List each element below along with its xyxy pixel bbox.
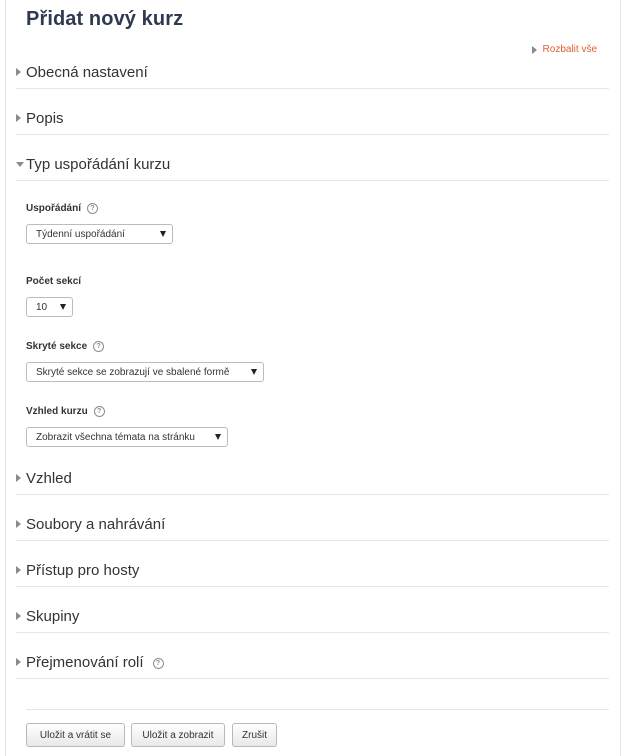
divider: [16, 678, 609, 679]
section-description-label: Popis: [26, 109, 64, 127]
section-course-format-label: Typ uspořádání kurzu: [26, 155, 171, 173]
course-form-panel: Přidat nový kurz Rozbalit vše Obecná nas…: [5, 0, 621, 756]
section-role-renaming-label: Přejmenování rolí: [26, 653, 144, 671]
course-layout-field-label: Vzhled kurzu ?: [26, 406, 105, 417]
save-return-button[interactable]: Uložit a vrátit se: [26, 723, 125, 747]
divider: [16, 134, 609, 135]
form-footer-divider: [26, 709, 609, 710]
hidden-sections-select-value: Skryté sekce se zobrazují ve sbalené for…: [36, 366, 230, 378]
hidden-sections-select[interactable]: Skryté sekce se zobrazují ve sbalené for…: [26, 362, 264, 382]
divider: [16, 88, 609, 89]
section-general[interactable]: Obecná nastavení: [16, 62, 609, 82]
section-groups-label: Skupiny: [26, 607, 80, 625]
sections-count-label-text: Počet sekcí: [26, 276, 82, 287]
section-general-label: Obecná nastavení: [26, 63, 148, 81]
section-guest-access-label: Přístup pro hosty: [26, 561, 140, 579]
section-groups[interactable]: Skupiny: [16, 606, 609, 626]
hidden-sections-field-label: Skryté sekce ?: [26, 341, 105, 352]
chevron-down-icon: [251, 369, 257, 375]
triangle-down-icon: [16, 161, 24, 167]
save-display-button[interactable]: Uložit a zobrazit: [131, 723, 225, 747]
section-role-renaming[interactable]: Přejmenování rolí ?: [16, 652, 609, 672]
hidden-sections-label-text: Skryté sekce: [26, 341, 88, 352]
page-title: Přidat nový kurz: [26, 8, 184, 30]
expand-all-label: Rozbalit vše: [542, 44, 597, 55]
section-files-uploads-label: Soubory a nahrávání: [26, 515, 166, 533]
help-icon[interactable]: ?: [93, 341, 105, 352]
triangle-right-icon: [16, 114, 21, 122]
section-appearance[interactable]: Vzhled: [16, 468, 609, 488]
section-appearance-label: Vzhled: [26, 469, 72, 487]
divider: [16, 180, 609, 181]
sections-count-field-label: Počet sekcí: [26, 276, 81, 287]
course-layout-select[interactable]: Zobrazit všechna témata na stránku: [26, 427, 228, 447]
section-guest-access[interactable]: Přístup pro hosty: [16, 560, 609, 580]
sections-count-select[interactable]: 10: [26, 297, 73, 317]
divider: [16, 632, 609, 633]
help-icon[interactable]: ?: [93, 406, 105, 417]
triangle-right-icon: [16, 68, 21, 76]
sections-count-select-value: 10: [36, 301, 48, 313]
triangle-right-icon: [16, 520, 21, 528]
triangle-right-icon: [16, 474, 21, 482]
format-label-text: Uspořádání: [26, 203, 82, 214]
divider: [16, 494, 609, 495]
divider: [16, 540, 609, 541]
help-icon[interactable]: ?: [152, 657, 164, 669]
cancel-button[interactable]: Zrušit: [232, 723, 277, 747]
course-layout-select-value: Zobrazit všechna témata na stránku: [36, 431, 195, 443]
course-layout-label-text: Vzhled kurzu: [26, 406, 88, 417]
triangle-right-icon: [16, 612, 21, 620]
section-course-format[interactable]: Typ uspořádání kurzu: [16, 154, 609, 174]
divider: [16, 586, 609, 587]
help-icon[interactable]: ?: [87, 203, 99, 214]
triangle-right-icon: [531, 45, 537, 54]
triangle-right-icon: [16, 658, 21, 666]
section-description[interactable]: Popis: [16, 108, 609, 128]
chevron-down-icon: [215, 434, 221, 440]
section-files-uploads[interactable]: Soubory a nahrávání: [16, 514, 609, 534]
chevron-down-icon: [60, 304, 66, 310]
format-select[interactable]: Týdenní uspořádání: [26, 224, 173, 244]
format-field-label: Uspořádání ?: [26, 203, 99, 214]
triangle-right-icon: [16, 566, 21, 574]
format-select-value: Týdenní uspořádání: [36, 228, 125, 240]
expand-all-link[interactable]: Rozbalit vše: [531, 44, 597, 55]
chevron-down-icon: [160, 231, 166, 237]
